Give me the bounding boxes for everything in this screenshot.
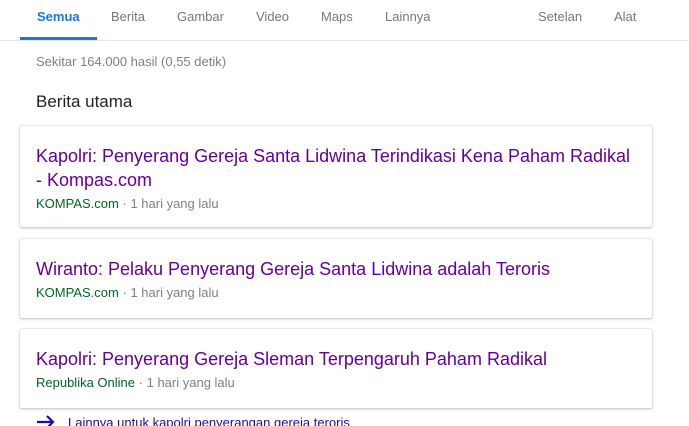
top-stories-heading: Berita utama — [36, 92, 133, 111]
tab-video[interactable]: Video — [256, 0, 289, 37]
news-source: Republika Online — [36, 375, 136, 390]
tab-all[interactable]: Semua — [20, 0, 97, 40]
news-headline-link[interactable]: Kapolri: Penyerang Gereja Sleman Terpeng… — [36, 347, 636, 371]
news-card: Kapolri: Penyerang Gereja Sleman Terpeng… — [20, 329, 652, 408]
tab-settings[interactable]: Setelan — [538, 0, 582, 37]
news-meta: KOMPAS.com · 1 hari yang lalu — [36, 194, 636, 214]
search-results-page: Semua Berita Gambar Video Maps Lainnya S… — [0, 0, 689, 426]
arrow-right-icon — [37, 415, 55, 426]
meta-separator: · — [138, 375, 143, 390]
tab-images[interactable]: Gambar — [177, 0, 224, 37]
news-source: KOMPAS.com — [36, 196, 119, 211]
news-time: 1 hari yang lalu — [130, 285, 219, 300]
news-source: KOMPAS.com — [36, 285, 119, 300]
meta-separator: · — [122, 196, 127, 211]
search-tabs: Semua Berita Gambar Video Maps Lainnya S… — [0, 0, 689, 41]
more-news-link[interactable]: Lainnya untuk kapolri penyerangan gereja… — [68, 415, 350, 426]
news-card: Kapolri: Penyerang Gereja Santa Lidwina … — [20, 126, 652, 227]
news-meta: Republika Online · 1 hari yang lalu — [36, 373, 636, 393]
news-time: 1 hari yang lalu — [130, 196, 219, 211]
tab-tools[interactable]: Alat — [614, 0, 636, 37]
news-time: 1 hari yang lalu — [146, 375, 235, 390]
news-headline-link[interactable]: Wiranto: Pelaku Penyerang Gereja Santa L… — [36, 257, 636, 281]
tab-news[interactable]: Berita — [111, 0, 145, 37]
meta-separator: · — [122, 285, 127, 300]
news-card: Wiranto: Pelaku Penyerang Gereja Santa L… — [20, 239, 652, 318]
news-headline-link[interactable]: Kapolri: Penyerang Gereja Santa Lidwina … — [36, 144, 636, 192]
result-stats: Sekitar 164.000 hasil (0,55 detik) — [36, 54, 227, 69]
tab-maps[interactable]: Maps — [321, 0, 353, 37]
tab-more[interactable]: Lainnya — [385, 0, 431, 37]
news-meta: KOMPAS.com · 1 hari yang lalu — [36, 283, 636, 303]
